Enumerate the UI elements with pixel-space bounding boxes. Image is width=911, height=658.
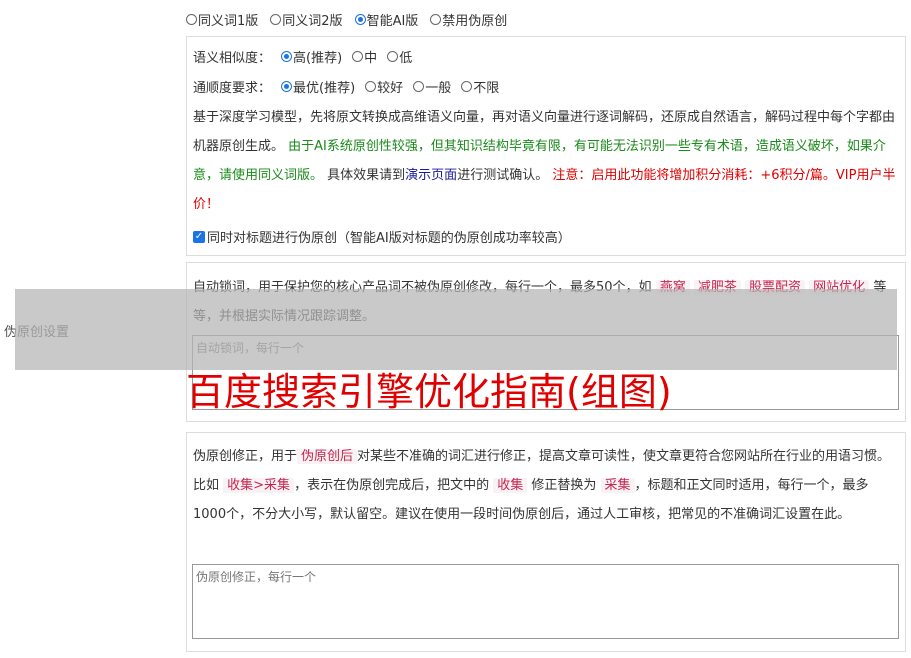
radio-selected-icon [281,51,293,62]
fluency-option-good[interactable]: 较好 [365,77,403,96]
fluency-row: 通顺度要求： 最优(推荐) 较好 一般 不限 [193,77,499,96]
fluency-label: 通顺度要求： [193,81,272,96]
ai-desc-text: 进行测试确认。 [457,168,549,183]
example-tag: 收集 [493,478,528,493]
title-rewrite-label: 同时对标题进行伪原创（智能AI版对标题的伪原创成功率较高） [207,231,571,246]
example-tag: 伪原创后 [297,449,358,464]
version-option-label: 智能AI版 [366,14,419,29]
option-label: 中 [364,51,378,66]
radio-icon [352,51,364,62]
version-option-label: 同义词2版 [282,14,343,29]
overlay-band [15,289,897,370]
version-radio-group: 同义词1版 同义词2版 智能AI版 禁用伪原创 [186,10,507,29]
ai-settings-panel: 语义相似度： 高(推荐) 中 低 通顺度要求： 最优(推荐) 较好 一般 不限 … [186,36,906,256]
radio-icon [186,14,197,25]
checkmark-icon: ✓ [193,230,205,243]
version-option-label: 禁用伪原创 [442,14,508,29]
ai-desc-text: 具体效果请到 [327,168,406,183]
example-tag: 收集>采集 [223,478,295,493]
option-label: 一般 [425,81,452,96]
corrections-text: ，表示在伪原创完成后，把文中的 [294,478,490,493]
version-option-ai[interactable]: 智能AI版 [354,10,419,29]
version-option-synonym2[interactable]: 同义词2版 [270,10,343,29]
radio-icon [365,81,377,92]
corrections-text: 修正替换为 [531,478,597,493]
radio-icon [413,81,425,92]
option-label: 低 [399,51,413,66]
option-label: 较好 [377,81,404,96]
corrections-panel: 伪原创修正，用于 伪原创后 对某些不准确的词汇进行修正，提高文章可读性，使文章更符合… [186,432,906,652]
ai-description: 基于深度学习模型，先将原文转换成高维语义向量，再对语义向量进行逐词解码，还原成自… [193,103,899,219]
radio-selected-icon [354,14,366,25]
corrections-input[interactable] [192,564,899,639]
title-rewrite-checkbox[interactable]: ✓ 同时对标题进行伪原创（智能AI版对标题的伪原创成功率较高） [193,227,571,246]
version-option-label: 同义词1版 [198,14,259,29]
similarity-option-mid[interactable]: 中 [352,47,377,66]
example-tag: 采集 [600,478,635,493]
option-label: 高(推荐) [293,51,343,66]
fluency-option-best[interactable]: 最优(推荐) [281,77,355,96]
option-label: 不限 [473,81,500,96]
corrections-description: 伪原创修正，用于 伪原创后 对某些不准确的词汇进行修正，提高文章可读性，使文章更符合… [193,442,899,529]
demo-page-link[interactable]: 演示页面 [405,168,457,183]
version-option-disable[interactable]: 禁用伪原创 [430,10,507,29]
radio-icon [270,14,282,25]
radio-selected-icon [281,81,293,92]
overlay-title: 百度搜索引擎优化指南(组图) [186,370,672,414]
option-label: 最优(推荐) [293,81,356,96]
similarity-option-high[interactable]: 高(推荐) [281,47,342,66]
radio-icon [430,14,442,25]
fluency-option-normal[interactable]: 一般 [413,77,451,96]
radio-icon [387,51,399,62]
similarity-label: 语义相似度： [193,51,272,66]
similarity-option-low[interactable]: 低 [387,47,412,66]
radio-icon [461,81,473,92]
similarity-row: 语义相似度： 高(推荐) 中 低 [193,47,412,66]
corrections-text: 伪原创修正，用于 [193,449,298,464]
fluency-option-any[interactable]: 不限 [461,77,499,96]
version-option-synonym1[interactable]: 同义词1版 [186,10,258,29]
